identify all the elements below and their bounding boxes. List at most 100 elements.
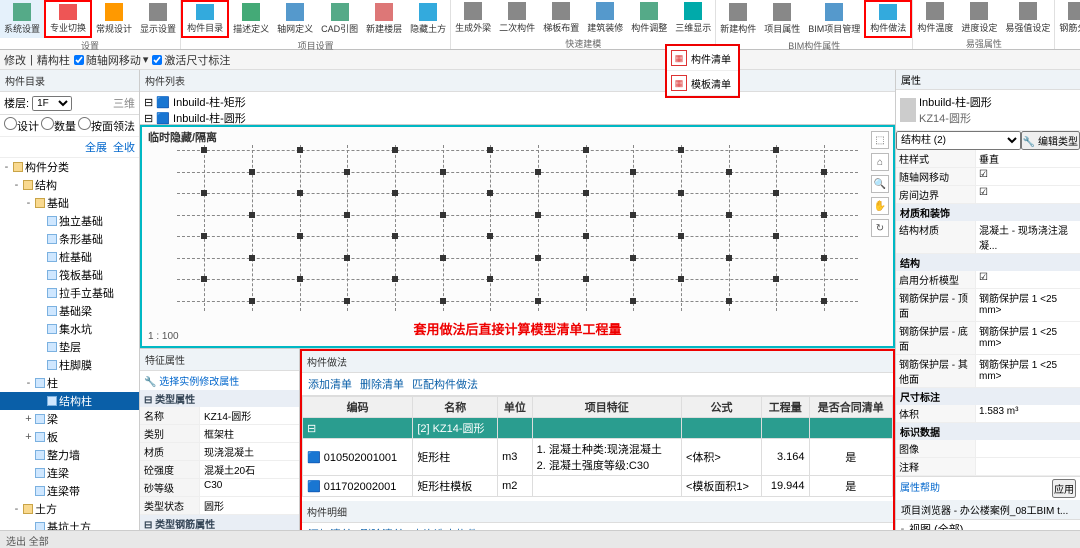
tree-node-连梁带[interactable]: 连梁带 (0, 482, 139, 500)
ribbon-icon (59, 4, 77, 20)
tree-node-整力墙[interactable]: 整力墙 (0, 446, 139, 464)
follow-grid-checkbox[interactable]: 随轴网移动 ▾ (74, 52, 149, 68)
ribbon-二次构件[interactable]: 二次构件 (495, 0, 539, 36)
prop-row[interactable]: 图像 (896, 440, 1080, 458)
prop-row[interactable]: 钢筋保护层 - 其他面钢筋保护层 1 <25 mm> (896, 355, 1080, 388)
ribbon-新建构件[interactable]: 新建构件 (716, 0, 760, 38)
tree-node-垫层[interactable]: 垫层 (0, 338, 139, 356)
prop-row[interactable]: 启用分析模型☑ (896, 271, 1080, 289)
prop-row[interactable]: 名称KZ14-圆形 (140, 407, 299, 425)
prop-row[interactable]: 柱样式垂直 (896, 150, 1080, 168)
ribbon-轴网定义[interactable]: 轴网定义 (273, 0, 317, 38)
ribbon-构件目录[interactable]: 构件目录 (181, 0, 229, 38)
ribbon-梯板布置[interactable]: 梯板布置 (539, 0, 583, 36)
ribbon-常规设计[interactable]: 常规设计 (92, 0, 136, 38)
ribbon-钢筋分析[interactable]: 钢筋分析 (1055, 0, 1080, 36)
prop-row[interactable]: 房间边界☑ (896, 186, 1080, 204)
tree-node-结构柱[interactable]: 结构柱 (0, 392, 139, 410)
floor-select[interactable]: 1F (32, 96, 72, 111)
ribbon-项目属性[interactable]: 项目属性 (760, 0, 804, 38)
ribbon-CAD引图[interactable]: CAD引图 (317, 0, 362, 38)
plan-view-canvas[interactable]: 临时隐藏/隔离 ⬚ ⌂ 🔍 ✋ ↻ 套用做法后直接计算模型清单工程量 1 : 1… (140, 125, 895, 348)
prop-row[interactable]: 体积1.583 m³ (896, 405, 1080, 423)
ribbon-进度设定[interactable]: 进度设定 (957, 0, 1001, 36)
tree-node-条形基础[interactable]: 条形基础 (0, 230, 139, 248)
tree-node-结构[interactable]: -结构 (0, 176, 139, 194)
tree-node-集水坑[interactable]: 集水坑 (0, 320, 139, 338)
ribbon-构件调整[interactable]: 构件调整 (627, 0, 671, 36)
struct-col-btn[interactable]: 精构柱 (37, 52, 70, 68)
tree-node-桩基础[interactable]: 桩基础 (0, 248, 139, 266)
collapse-all-btn[interactable]: 全收 (113, 139, 135, 155)
table-row[interactable]: ⊟ [2] KZ14-圆形 (303, 418, 893, 439)
type-selector[interactable]: Inbuild-柱-圆形KZ14-圆形 (896, 90, 1080, 131)
prop-row[interactable]: 砼强度混凝土20石 (140, 461, 299, 479)
home-view-btn[interactable]: ⌂ (871, 153, 889, 171)
prop-row[interactable]: 注释 (896, 458, 1080, 476)
ribbon-label: 轴网定义 (277, 22, 313, 35)
tree-node-柱[interactable]: -柱 (0, 374, 139, 392)
activate-dim-checkbox[interactable]: 激活尺寸标注 (152, 52, 230, 68)
comp-family[interactable]: ⊟ 🟦 Inbuild-柱-矩形 (144, 94, 891, 110)
dropdown-构件清单[interactable]: ▦构件清单 (667, 46, 738, 71)
prop-row[interactable]: 砂等级C30 (140, 479, 299, 497)
prop-row[interactable]: 类型状态圆形 (140, 497, 299, 515)
prop-row[interactable]: 钢筋保护层 - 底面钢筋保护层 1 <25 mm> (896, 322, 1080, 355)
prop-row[interactable]: 随轴网移动☑ (896, 168, 1080, 186)
3d-toggle-btn[interactable]: 三维 (113, 95, 135, 111)
prop-help-link[interactable]: 属性帮助 (900, 479, 940, 498)
filter-数量[interactable]: 数量 (41, 117, 76, 134)
quant-tab-添加清单[interactable]: 添加清单 (308, 376, 352, 392)
tree-node-梁[interactable]: +梁 (0, 410, 139, 428)
prop-row[interactable]: 材质现浇混凝土 (140, 443, 299, 461)
apply-btn[interactable]: 应用 (1052, 479, 1076, 498)
expand-all-btn[interactable]: 全展 (85, 139, 107, 155)
filter-设计[interactable]: 设计 (4, 117, 39, 134)
tree-node-柱脚膜[interactable]: 柱脚膜 (0, 356, 139, 374)
scale-indicator[interactable]: 1 : 100 (148, 331, 179, 342)
nav-cube[interactable]: ⬚ (871, 131, 889, 149)
orbit-btn[interactable]: ↻ (871, 219, 889, 237)
dropdown-模板清单[interactable]: ▦模板清单 (667, 71, 738, 96)
comp-family[interactable]: ⊟ 🟦 Inbuild-柱-圆形 (144, 110, 891, 126)
ribbon-生成外梁[interactable]: 生成外梁 (451, 0, 495, 36)
prop-row[interactable]: 钢筋保护层 - 顶面钢筋保护层 1 <25 mm> (896, 289, 1080, 322)
tree-node-筏板基础[interactable]: 筏板基础 (0, 266, 139, 284)
tree-node-板[interactable]: +板 (0, 428, 139, 446)
tree-node-基础[interactable]: -基础 (0, 194, 139, 212)
pan-btn[interactable]: ✋ (871, 197, 889, 215)
edit-type-btn[interactable]: 🔧 编辑类型 (1021, 131, 1080, 150)
ribbon-显示设置[interactable]: 显示设置 (136, 0, 180, 38)
tree-node-独立基础[interactable]: 独立基础 (0, 212, 139, 230)
ribbon-新建楼层[interactable]: 新建楼层 (362, 0, 406, 38)
view-title: 临时隐藏/隔离 (148, 129, 217, 145)
ribbon-构件温度[interactable]: 构件温度 (913, 0, 957, 36)
zoom-btn[interactable]: 🔍 (871, 175, 889, 193)
ribbon-易强值设定[interactable]: 易强值设定 (1001, 0, 1054, 36)
modify-btn[interactable]: 修改 (4, 52, 26, 68)
quant-tab-匹配构件做法[interactable]: 匹配构件做法 (412, 376, 478, 392)
prop-row[interactable]: 结构材质混凝土 - 现场浇注混凝... (896, 221, 1080, 254)
ribbon-三维显示[interactable]: 三维显示 (671, 0, 715, 36)
tree-node-连梁[interactable]: 连梁 (0, 464, 139, 482)
ribbon-专业切换[interactable]: 专业切换 (44, 0, 92, 38)
ribbon-label: CAD引图 (321, 22, 358, 35)
ribbon-建筑装修[interactable]: 建筑装修 (583, 0, 627, 36)
ribbon-BIM项目管理[interactable]: BIM项目管理 (804, 0, 864, 38)
ribbon-隐藏土方[interactable]: 隐藏土方 (406, 0, 450, 38)
ribbon-描述定义[interactable]: 描述定义 (229, 0, 273, 38)
ribbon-系统设置[interactable]: 系统设置 (0, 0, 44, 38)
quant-tab-删除清单[interactable]: 删除清单 (360, 376, 404, 392)
ribbon-构件做法[interactable]: 构件做法 (864, 0, 912, 38)
prop-section[interactable]: ⊟ 类型属性 (140, 390, 299, 407)
table-row[interactable]: 🟦 011702002001矩形柱模板m2<模板面积1>19.944是 (303, 476, 893, 497)
component-tree[interactable]: -构件分类-结构-基础独立基础条形基础桩基础筏板基础拉手立基础基础梁集水坑垫层柱… (0, 158, 139, 548)
instance-select[interactable]: 结构柱 (2) (896, 131, 1021, 150)
tree-node-构件分类[interactable]: -构件分类 (0, 158, 139, 176)
prop-row[interactable]: 类别框架柱 (140, 425, 299, 443)
tree-node-土方[interactable]: -土方 (0, 500, 139, 518)
tree-node-基础梁[interactable]: 基础梁 (0, 302, 139, 320)
filter-按面领法[interactable]: 按面领法 (78, 117, 135, 134)
tree-node-拉手立基础[interactable]: 拉手立基础 (0, 284, 139, 302)
table-row[interactable]: 🟦 010502001001矩形柱m31. 混凝土种类:现浇混凝土 2. 混凝土… (303, 439, 893, 476)
